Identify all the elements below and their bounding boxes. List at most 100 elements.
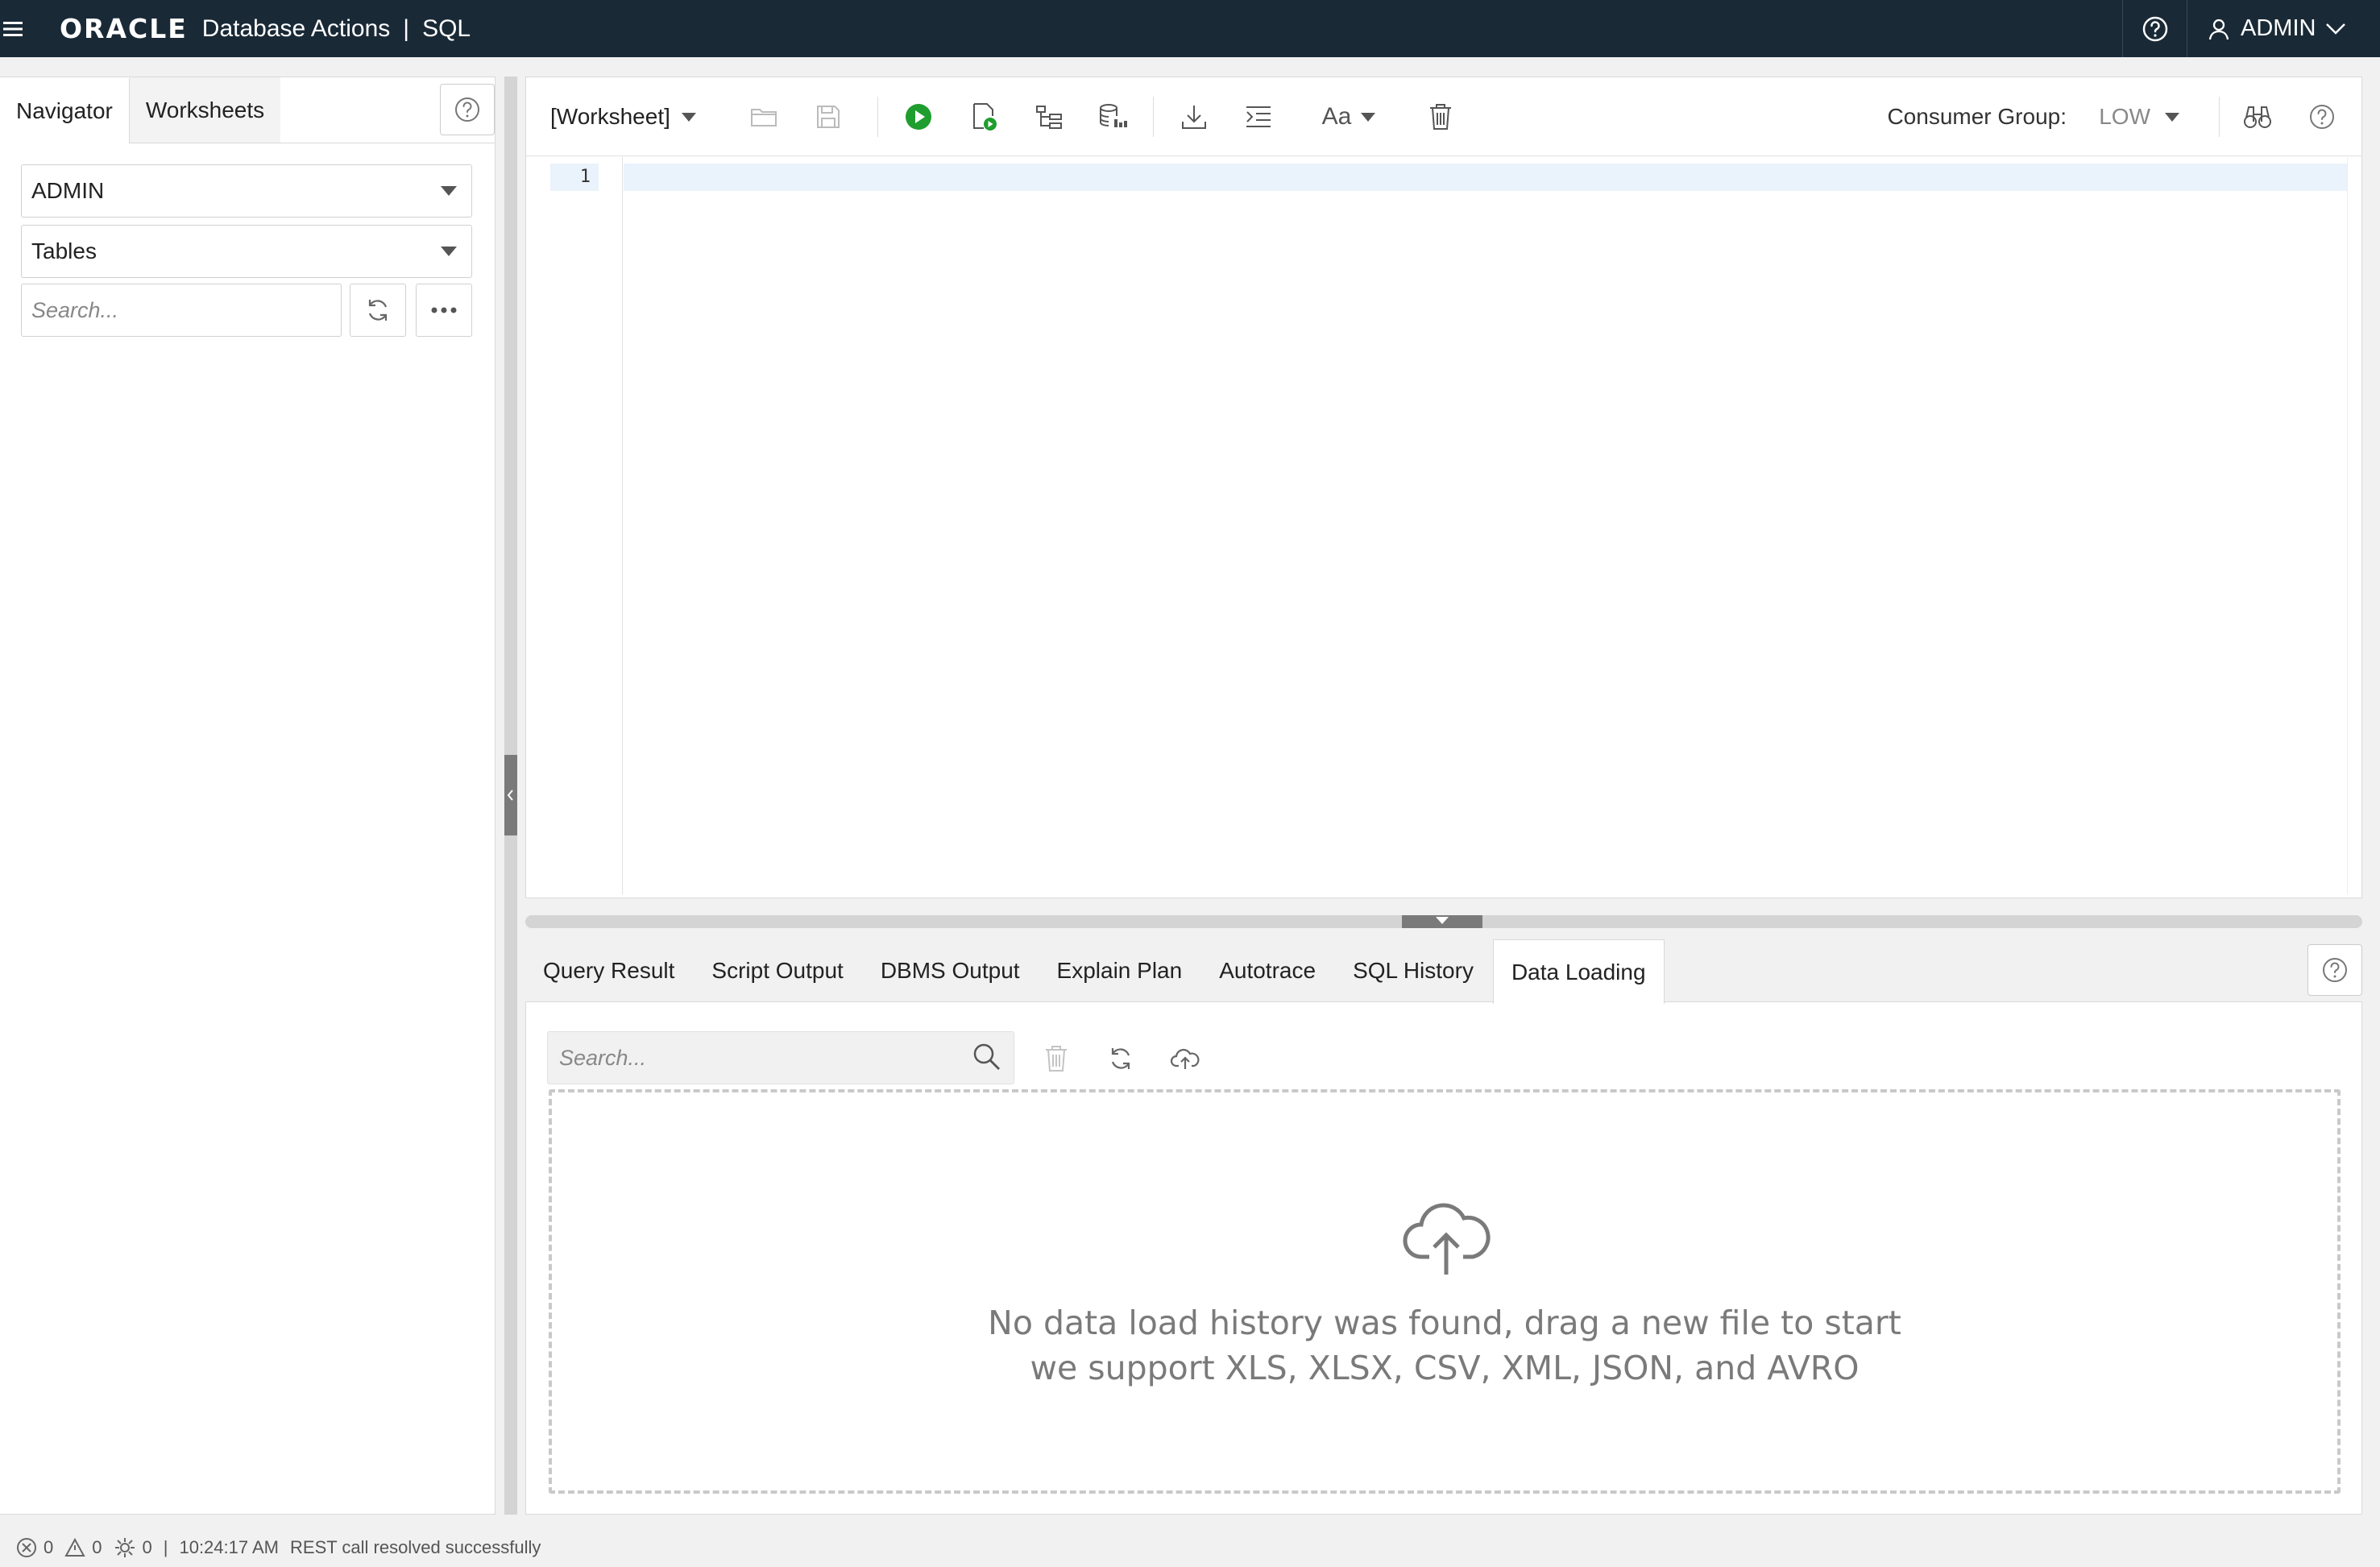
gear-icon bbox=[114, 1537, 136, 1558]
save-icon bbox=[815, 104, 841, 130]
menu-icon[interactable] bbox=[0, 15, 27, 43]
supported-formats-message: we support XLS, XLSX, CSV, XML, JSON, an… bbox=[1030, 1349, 1860, 1387]
format-button[interactable] bbox=[1238, 77, 1279, 156]
consumer-group-label: Consumer Group: bbox=[1887, 104, 2067, 129]
line-number: 1 bbox=[550, 164, 599, 191]
tab-dbms-output[interactable]: DBMS Output bbox=[863, 939, 1038, 1002]
toolbar-divider bbox=[877, 97, 878, 137]
navigator-tabs: Navigator Worksheets bbox=[0, 77, 495, 143]
data-loading-panel: No data load history was found, drag a n… bbox=[525, 1001, 2362, 1515]
warnings-status[interactable]: 0 bbox=[64, 1537, 102, 1558]
help-icon bbox=[454, 96, 481, 123]
caret-down-icon bbox=[441, 186, 457, 196]
clear-button[interactable] bbox=[1420, 77, 1461, 156]
trash-icon bbox=[1044, 1045, 1068, 1072]
indent-icon bbox=[1245, 105, 1272, 129]
more-icon bbox=[430, 306, 458, 314]
caret-down-icon bbox=[681, 112, 696, 122]
run-script-button[interactable] bbox=[964, 77, 1005, 156]
toolbar-divider bbox=[1153, 97, 1154, 137]
refresh-icon bbox=[364, 296, 392, 324]
font-size-button[interactable]: Aa bbox=[1312, 77, 1385, 156]
consumer-group-select[interactable]: LOW bbox=[2099, 77, 2179, 156]
header-separator: | bbox=[403, 15, 410, 42]
oracle-logo[interactable]: ORACLE bbox=[60, 13, 188, 44]
code-editor[interactable]: 1 bbox=[526, 157, 2349, 894]
object-type-select[interactable]: Tables bbox=[21, 225, 472, 278]
refresh-button[interactable] bbox=[350, 284, 406, 337]
tab-script-output[interactable]: Script Output bbox=[694, 939, 860, 1002]
delete-history-button[interactable] bbox=[1032, 1034, 1080, 1083]
warning-icon bbox=[64, 1537, 85, 1558]
explain-plan-icon bbox=[1035, 104, 1063, 130]
header-help-button[interactable] bbox=[2122, 0, 2187, 57]
upload-file-button[interactable] bbox=[1161, 1034, 1209, 1083]
errors-count: 0 bbox=[44, 1537, 54, 1557]
help-icon bbox=[2308, 103, 2336, 131]
tab-data-loading[interactable]: Data Loading bbox=[1492, 939, 1665, 1004]
editor-scrollbar[interactable] bbox=[2347, 157, 2361, 894]
navigator-panel: Navigator Worksheets ADMIN Tables bbox=[0, 77, 495, 1515]
line-gutter: 1 bbox=[526, 157, 623, 894]
collapse-navigator-handle[interactable] bbox=[504, 755, 517, 835]
save-button[interactable] bbox=[808, 77, 848, 156]
tasks-count: 0 bbox=[142, 1537, 152, 1557]
find-button[interactable] bbox=[2237, 77, 2278, 156]
errors-status[interactable]: 0 bbox=[16, 1537, 53, 1558]
error-icon bbox=[16, 1537, 37, 1558]
refresh-history-button[interactable] bbox=[1097, 1034, 1145, 1083]
caret-down-icon bbox=[441, 247, 457, 256]
navigator-help-button[interactable] bbox=[440, 84, 495, 135]
tab-sql-history[interactable]: SQL History bbox=[1335, 939, 1491, 1002]
caret-down-icon bbox=[2165, 112, 2179, 122]
tab-navigator[interactable]: Navigator bbox=[0, 78, 130, 143]
data-loading-search-input[interactable] bbox=[547, 1031, 1014, 1084]
status-separator: | bbox=[163, 1537, 168, 1557]
cloud-upload-icon bbox=[1170, 1047, 1200, 1071]
chevron-down-icon bbox=[2325, 23, 2346, 35]
refresh-icon bbox=[1107, 1045, 1134, 1072]
output-help-button[interactable] bbox=[2307, 944, 2362, 996]
run-statement-button[interactable] bbox=[898, 77, 939, 156]
tab-explain-plan[interactable]: Explain Plan bbox=[1039, 939, 1200, 1002]
user-menu-button[interactable]: ADMIN bbox=[2187, 0, 2380, 57]
status-message: REST call resolved successfully bbox=[290, 1537, 541, 1557]
warnings-count: 0 bbox=[92, 1537, 102, 1557]
trash-icon bbox=[1428, 103, 1453, 131]
worksheet-toolbar: [Worksheet] Aa Consumer Group: LOW bbox=[526, 77, 2361, 156]
navigator-search-input[interactable] bbox=[21, 284, 342, 337]
help-icon bbox=[2321, 956, 2349, 984]
status-time: 10:24:17 AM bbox=[179, 1537, 280, 1557]
run-script-icon bbox=[971, 102, 998, 131]
caret-down-icon bbox=[1361, 112, 1376, 122]
tab-query-result[interactable]: Query Result bbox=[525, 939, 692, 1002]
tasks-status[interactable]: 0 bbox=[114, 1537, 152, 1558]
download-button[interactable] bbox=[1174, 77, 1214, 156]
empty-state-message: No data load history was found, drag a n… bbox=[988, 1304, 1901, 1342]
help-icon bbox=[2142, 15, 2169, 43]
file-drop-zone[interactable]: No data load history was found, drag a n… bbox=[549, 1089, 2341, 1494]
cloud-upload-icon bbox=[1402, 1197, 1491, 1278]
object-type-value: Tables bbox=[31, 238, 97, 263]
consumer-group-value: LOW bbox=[2099, 104, 2150, 129]
autotrace-button[interactable] bbox=[1093, 77, 1134, 156]
open-button[interactable] bbox=[744, 77, 784, 156]
more-options-button[interactable] bbox=[416, 284, 472, 337]
caret-down-icon bbox=[1436, 917, 1449, 924]
font-size-label: Aa bbox=[1321, 103, 1352, 130]
schema-select[interactable]: ADMIN bbox=[21, 164, 472, 218]
worksheet-help-button[interactable] bbox=[2302, 77, 2342, 156]
explain-plan-button[interactable] bbox=[1029, 77, 1069, 156]
user-icon bbox=[2207, 17, 2231, 41]
product-name: Database Actions bbox=[201, 15, 391, 42]
search-icon[interactable] bbox=[972, 1043, 1001, 1072]
tab-autotrace[interactable]: Autotrace bbox=[1201, 939, 1333, 1002]
active-line-highlight bbox=[624, 164, 2349, 191]
download-icon bbox=[1180, 103, 1208, 131]
worksheet-selector[interactable]: [Worksheet] bbox=[550, 77, 696, 156]
tab-worksheets[interactable]: Worksheets bbox=[129, 77, 281, 143]
status-bar: 0 0 0 | 10:24:17 AM REST call resolved s… bbox=[0, 1537, 2380, 1567]
output-tabs: Query Result Script Output DBMS Output E… bbox=[525, 939, 2362, 1004]
header-actions: ADMIN bbox=[2122, 0, 2380, 57]
user-name: ADMIN bbox=[2241, 15, 2316, 41]
